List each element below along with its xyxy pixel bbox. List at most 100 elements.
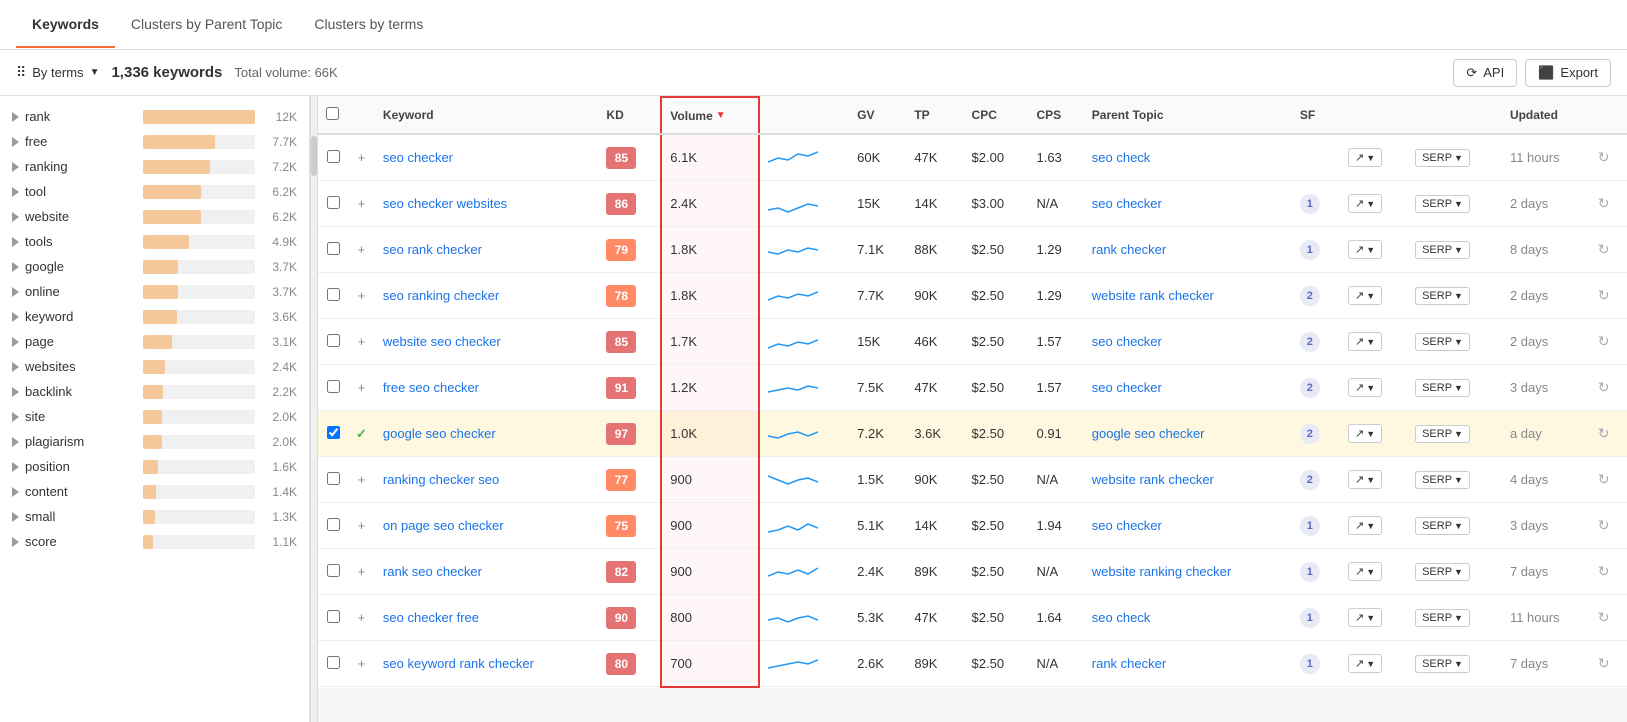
- sidebar-item[interactable]: small 1.3K: [0, 504, 309, 529]
- refresh-icon[interactable]: ↻: [1598, 287, 1610, 303]
- serp-dropdown[interactable]: SERP ▼: [1415, 379, 1470, 397]
- row-checkbox[interactable]: [327, 150, 340, 163]
- expand-cell[interactable]: +: [348, 181, 375, 227]
- col-header-tp[interactable]: TP: [906, 97, 963, 134]
- trend-button[interactable]: ↗ ▼: [1348, 608, 1382, 627]
- sidebar-item[interactable]: online 3.7K: [0, 279, 309, 304]
- expand-cell[interactable]: ✓: [348, 411, 375, 457]
- expand-cell[interactable]: +: [348, 273, 375, 319]
- parent-topic-link[interactable]: rank checker: [1092, 656, 1166, 671]
- row-checkbox-cell[interactable]: [318, 181, 348, 227]
- refresh-icon[interactable]: ↻: [1598, 425, 1610, 441]
- row-checkbox[interactable]: [327, 472, 340, 485]
- keyword-link[interactable]: seo checker: [383, 150, 453, 165]
- parent-topic-link[interactable]: seo checker: [1092, 518, 1162, 533]
- sidebar-item[interactable]: websites 2.4K: [0, 354, 309, 379]
- parent-topic-link[interactable]: website rank checker: [1092, 288, 1214, 303]
- refresh-icon[interactable]: ↻: [1598, 333, 1610, 349]
- refresh-icon[interactable]: ↻: [1598, 379, 1610, 395]
- keyword-link[interactable]: seo ranking checker: [383, 288, 499, 303]
- tab-keywords[interactable]: Keywords: [16, 2, 115, 48]
- refresh-cell[interactable]: ↻: [1590, 641, 1627, 687]
- row-checkbox[interactable]: [327, 196, 340, 209]
- sidebar-item[interactable]: position 1.6K: [0, 454, 309, 479]
- refresh-cell[interactable]: ↻: [1590, 411, 1627, 457]
- plus-icon[interactable]: +: [358, 288, 366, 303]
- serp-dropdown[interactable]: SERP ▼: [1415, 609, 1470, 627]
- serp-dropdown[interactable]: SERP ▼: [1415, 333, 1470, 351]
- trend-button[interactable]: ↗ ▼: [1348, 424, 1382, 443]
- trend-button[interactable]: ↗ ▼: [1348, 240, 1382, 259]
- sidebar-item[interactable]: free 7.7K: [0, 129, 309, 154]
- refresh-cell[interactable]: ↻: [1590, 503, 1627, 549]
- sidebar-item[interactable]: score 1.1K: [0, 529, 309, 554]
- serp-dropdown[interactable]: SERP ▼: [1415, 563, 1470, 581]
- col-header-gv[interactable]: GV: [849, 97, 906, 134]
- expand-cell[interactable]: +: [348, 503, 375, 549]
- serp-dropdown[interactable]: SERP ▼: [1415, 425, 1470, 443]
- sidebar-item[interactable]: page 3.1K: [0, 329, 309, 354]
- tab-clusters-terms[interactable]: Clusters by terms: [298, 2, 439, 48]
- sidebar-item[interactable]: backlink 2.2K: [0, 379, 309, 404]
- serp-dropdown[interactable]: SERP ▼: [1415, 287, 1470, 305]
- row-checkbox-cell[interactable]: [318, 227, 348, 273]
- sidebar-item[interactable]: google 3.7K: [0, 254, 309, 279]
- expand-cell[interactable]: +: [348, 227, 375, 273]
- sidebar-scrollbar[interactable]: [310, 96, 318, 722]
- trend-button[interactable]: ↗ ▼: [1348, 654, 1382, 673]
- plus-icon[interactable]: +: [358, 518, 366, 533]
- export-button[interactable]: ⬛ Export: [1525, 59, 1611, 87]
- trend-button[interactable]: ↗ ▼: [1348, 286, 1382, 305]
- refresh-cell[interactable]: ↻: [1590, 365, 1627, 411]
- row-checkbox[interactable]: [327, 656, 340, 669]
- expand-cell[interactable]: +: [348, 641, 375, 687]
- keyword-link[interactable]: website seo checker: [383, 334, 501, 349]
- row-checkbox[interactable]: [327, 426, 340, 439]
- plus-icon[interactable]: +: [358, 196, 366, 211]
- sidebar-item[interactable]: rank 12K: [0, 104, 309, 129]
- trend-button[interactable]: ↗ ▼: [1348, 516, 1382, 535]
- row-checkbox-cell[interactable]: [318, 595, 348, 641]
- col-header-parent-topic[interactable]: Parent Topic: [1084, 97, 1292, 134]
- refresh-icon[interactable]: ↻: [1598, 149, 1610, 165]
- trend-button[interactable]: ↗ ▼: [1348, 562, 1382, 581]
- plus-icon[interactable]: +: [358, 472, 366, 487]
- row-checkbox-cell[interactable]: [318, 503, 348, 549]
- refresh-cell[interactable]: ↻: [1590, 134, 1627, 181]
- keyword-link[interactable]: seo keyword rank checker: [383, 656, 534, 671]
- keyword-link[interactable]: free seo checker: [383, 380, 479, 395]
- expand-cell[interactable]: +: [348, 549, 375, 595]
- refresh-cell[interactable]: ↻: [1590, 273, 1627, 319]
- col-header-volume[interactable]: Volume ▼: [661, 97, 759, 134]
- keyword-link[interactable]: ranking checker seo: [383, 472, 499, 487]
- keyword-link[interactable]: seo checker websites: [383, 196, 507, 211]
- row-checkbox-cell[interactable]: [318, 411, 348, 457]
- row-checkbox-cell[interactable]: [318, 457, 348, 503]
- trend-button[interactable]: ↗ ▼: [1348, 148, 1382, 167]
- parent-topic-link[interactable]: website rank checker: [1092, 472, 1214, 487]
- sidebar-item[interactable]: tools 4.9K: [0, 229, 309, 254]
- trend-button[interactable]: ↗ ▼: [1348, 194, 1382, 213]
- plus-icon[interactable]: +: [358, 334, 366, 349]
- plus-icon[interactable]: +: [358, 564, 366, 579]
- parent-topic-link[interactable]: seo check: [1092, 610, 1151, 625]
- trend-button[interactable]: ↗ ▼: [1348, 332, 1382, 351]
- row-checkbox[interactable]: [327, 564, 340, 577]
- keyword-link[interactable]: rank seo checker: [383, 564, 482, 579]
- row-checkbox-cell[interactable]: [318, 365, 348, 411]
- api-button[interactable]: ⟳ API: [1453, 59, 1517, 87]
- plus-icon[interactable]: +: [358, 610, 366, 625]
- row-checkbox[interactable]: [327, 334, 340, 347]
- row-checkbox-cell[interactable]: [318, 641, 348, 687]
- row-checkbox-cell[interactable]: [318, 549, 348, 595]
- refresh-cell[interactable]: ↻: [1590, 227, 1627, 273]
- sidebar-item[interactable]: website 6.2K: [0, 204, 309, 229]
- sidebar-item[interactable]: content 1.4K: [0, 479, 309, 504]
- serp-dropdown[interactable]: SERP ▼: [1415, 195, 1470, 213]
- volume-sort[interactable]: Volume ▼: [670, 109, 725, 123]
- expand-cell[interactable]: +: [348, 319, 375, 365]
- refresh-cell[interactable]: ↻: [1590, 457, 1627, 503]
- refresh-icon[interactable]: ↻: [1598, 655, 1610, 671]
- by-terms-button[interactable]: ⠿ By terms ▼: [16, 64, 99, 81]
- parent-topic-link[interactable]: rank checker: [1092, 242, 1166, 257]
